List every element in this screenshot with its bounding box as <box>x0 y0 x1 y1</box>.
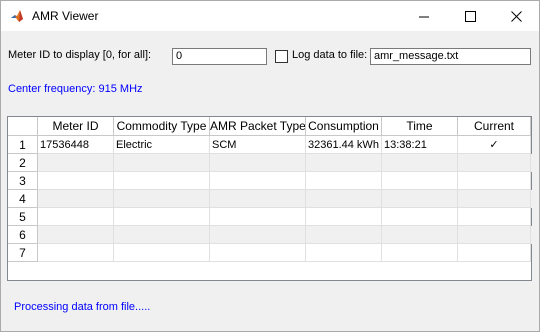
column-header[interactable]: Current <box>458 117 531 136</box>
table-cell[interactable]: 32361.44 kWh <box>306 136 382 154</box>
log-data-checkbox[interactable] <box>275 50 288 63</box>
table-cell[interactable] <box>38 154 114 172</box>
table-cell[interactable] <box>458 244 531 262</box>
column-header[interactable]: Consumption <box>306 117 382 136</box>
status-text: Processing data from file..... <box>14 301 151 313</box>
close-icon <box>510 10 522 22</box>
minimize-button[interactable] <box>401 1 447 31</box>
column-header[interactable]: Time <box>382 117 458 136</box>
table-corner-header <box>8 117 38 136</box>
table-cell[interactable] <box>382 244 458 262</box>
table-cell[interactable] <box>38 172 114 190</box>
column-header[interactable]: Commodity Type <box>114 117 210 136</box>
table-cell[interactable]: SCM <box>210 136 306 154</box>
table-cell[interactable] <box>306 190 382 208</box>
table-cell[interactable] <box>458 190 531 208</box>
table-cell[interactable]: 17536448 <box>38 136 114 154</box>
table-cell[interactable] <box>114 244 210 262</box>
table-cell[interactable] <box>382 154 458 172</box>
table-cell[interactable]: ✓ <box>458 136 531 154</box>
maximize-button[interactable] <box>447 1 493 31</box>
matlab-icon <box>11 10 23 22</box>
maximize-icon <box>464 10 476 22</box>
table-cell[interactable] <box>210 226 306 244</box>
table-cell[interactable] <box>210 154 306 172</box>
close-button[interactable] <box>493 1 539 31</box>
amr-viewer-window: AMR Viewer Meter ID to display [0, for a… <box>0 0 540 332</box>
table-cell[interactable] <box>382 208 458 226</box>
table-cell[interactable] <box>458 154 531 172</box>
table-cell[interactable] <box>306 154 382 172</box>
center-frequency-label: Center frequency: 915 MHz <box>8 83 143 95</box>
table-cell[interactable] <box>210 244 306 262</box>
table-cell[interactable] <box>382 190 458 208</box>
table-cell[interactable] <box>306 172 382 190</box>
column-header[interactable]: Meter ID <box>38 117 114 136</box>
table-cell[interactable] <box>114 208 210 226</box>
table-cell[interactable] <box>114 226 210 244</box>
meter-data-table[interactable]: Meter ID Commodity Type AMR Packet Type Con… <box>7 116 532 281</box>
table-cell[interactable] <box>114 154 210 172</box>
table-cell[interactable] <box>306 244 382 262</box>
row-number[interactable]: 3 <box>8 172 38 190</box>
row-number[interactable]: 5 <box>8 208 38 226</box>
table-cell[interactable] <box>114 190 210 208</box>
table-cell[interactable] <box>458 172 531 190</box>
table-cell[interactable] <box>306 208 382 226</box>
table-cell[interactable] <box>306 226 382 244</box>
column-header[interactable]: AMR Packet Type <box>210 117 306 136</box>
table-cell[interactable]: Electric <box>114 136 210 154</box>
table-cell[interactable] <box>458 226 531 244</box>
row-number[interactable]: 4 <box>8 190 38 208</box>
minimize-icon <box>418 16 429 17</box>
table-cell[interactable] <box>210 208 306 226</box>
meter-id-input[interactable]: 0 <box>172 48 267 65</box>
log-data-label[interactable]: Log data to file: <box>292 49 367 61</box>
table-cell[interactable] <box>458 208 531 226</box>
table-cell[interactable]: 13:38:21 <box>382 136 458 154</box>
table-cell[interactable] <box>210 190 306 208</box>
table-cell[interactable] <box>38 244 114 262</box>
row-number[interactable]: 2 <box>8 154 38 172</box>
table-cell[interactable] <box>38 208 114 226</box>
table-cell[interactable] <box>210 172 306 190</box>
table-cell[interactable] <box>382 172 458 190</box>
window-title: AMR Viewer <box>32 9 99 23</box>
row-number[interactable]: 7 <box>8 244 38 262</box>
table-cell[interactable] <box>38 226 114 244</box>
row-number[interactable]: 1 <box>8 136 38 154</box>
log-file-input[interactable]: amr_message.txt <box>370 48 531 65</box>
title-bar[interactable]: AMR Viewer <box>1 1 539 31</box>
meter-id-label: Meter ID to display [0, for all]: <box>8 49 152 61</box>
row-number[interactable]: 6 <box>8 226 38 244</box>
table-cell[interactable] <box>38 190 114 208</box>
table-cell[interactable] <box>114 172 210 190</box>
table-cell[interactable] <box>382 226 458 244</box>
